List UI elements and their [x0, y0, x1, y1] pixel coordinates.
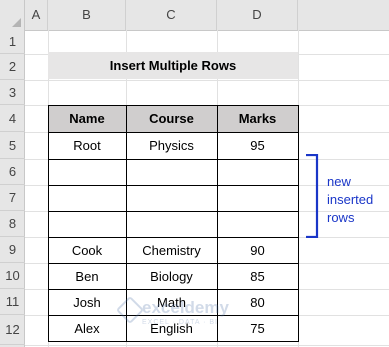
table-border	[48, 289, 299, 290]
table-cell[interactable]: Chemistry	[126, 237, 217, 263]
table-cell[interactable]: Josh	[48, 289, 126, 315]
table-cell[interactable]: 85	[217, 263, 298, 289]
row-header-6[interactable]: 6	[0, 159, 25, 185]
table-cell[interactable]: English	[126, 315, 217, 341]
table-cell[interactable]: Biology	[126, 263, 217, 289]
table-cell[interactable]: Math	[126, 289, 217, 315]
column-header-b[interactable]: B	[48, 0, 126, 30]
table-border	[48, 185, 299, 186]
row-header-5[interactable]: 5	[0, 132, 25, 159]
row-header-12[interactable]: 12	[0, 315, 25, 345]
table-border	[298, 105, 299, 342]
select-all-icon	[12, 18, 21, 27]
row-header-9[interactable]: 9	[0, 237, 25, 263]
table-border	[48, 263, 299, 264]
row-header-7[interactable]: 7	[0, 185, 25, 211]
table-cell[interactable]: 75	[217, 315, 298, 341]
column-header-c[interactable]: C	[126, 0, 217, 30]
table-cell[interactable]	[126, 159, 217, 185]
annotation-line-3: rows	[327, 210, 355, 225]
table-cell[interactable]: Root	[48, 132, 126, 159]
table-header-name[interactable]: Name	[48, 105, 126, 132]
table-cell[interactable]	[217, 159, 298, 185]
row-header-8[interactable]: 8	[0, 211, 25, 237]
column-header-d[interactable]: D	[217, 0, 298, 30]
row-header-1[interactable]: 1	[0, 30, 25, 54]
table-border	[48, 105, 49, 342]
table-border	[48, 105, 299, 106]
table-cell[interactable]: Alex	[48, 315, 126, 341]
gridline	[25, 80, 389, 81]
table-cell[interactable]	[217, 185, 298, 211]
row-header-4[interactable]: 4	[0, 105, 25, 132]
table-cell[interactable]: 95	[217, 132, 298, 159]
table-cell[interactable]	[48, 159, 126, 185]
table-header-marks[interactable]: Marks	[217, 105, 298, 132]
annotation-line-1: new	[327, 174, 351, 189]
table-cell[interactable]	[48, 185, 126, 211]
table-cell[interactable]: 80	[217, 289, 298, 315]
table-cell[interactable]	[126, 185, 217, 211]
select-all-corner[interactable]	[0, 0, 25, 30]
table-cell[interactable]	[126, 211, 217, 237]
table-cell[interactable]	[48, 211, 126, 237]
row-header-10[interactable]: 10	[0, 263, 25, 289]
sheet-title[interactable]: Insert Multiple Rows	[48, 52, 298, 79]
row-header-11[interactable]: 11	[0, 289, 25, 315]
table-border	[126, 105, 127, 342]
row-header-3[interactable]: 3	[0, 80, 25, 105]
table-header-course[interactable]: Course	[126, 105, 217, 132]
table-cell[interactable]	[217, 211, 298, 237]
table-border	[48, 315, 299, 316]
table-border	[48, 237, 299, 238]
table-border	[217, 105, 218, 342]
table-cell[interactable]: Cook	[48, 237, 126, 263]
annotation-line-2: inserted	[327, 192, 374, 207]
bracket-icon	[306, 154, 319, 238]
row-header-2[interactable]: 2	[0, 54, 25, 80]
column-header-a[interactable]: A	[25, 0, 48, 30]
table-cell[interactable]: 90	[217, 237, 298, 263]
table-border	[48, 159, 299, 160]
spreadsheet: A B C D 1 2 3 4 5 6 7 8 9 10 11 12 Inser…	[0, 0, 389, 347]
table-border	[48, 341, 299, 342]
table-border	[48, 211, 299, 212]
table-cell[interactable]: Physics	[126, 132, 217, 159]
table-cell[interactable]: Ben	[48, 263, 126, 289]
gridline	[25, 345, 389, 346]
table-border	[48, 132, 299, 133]
